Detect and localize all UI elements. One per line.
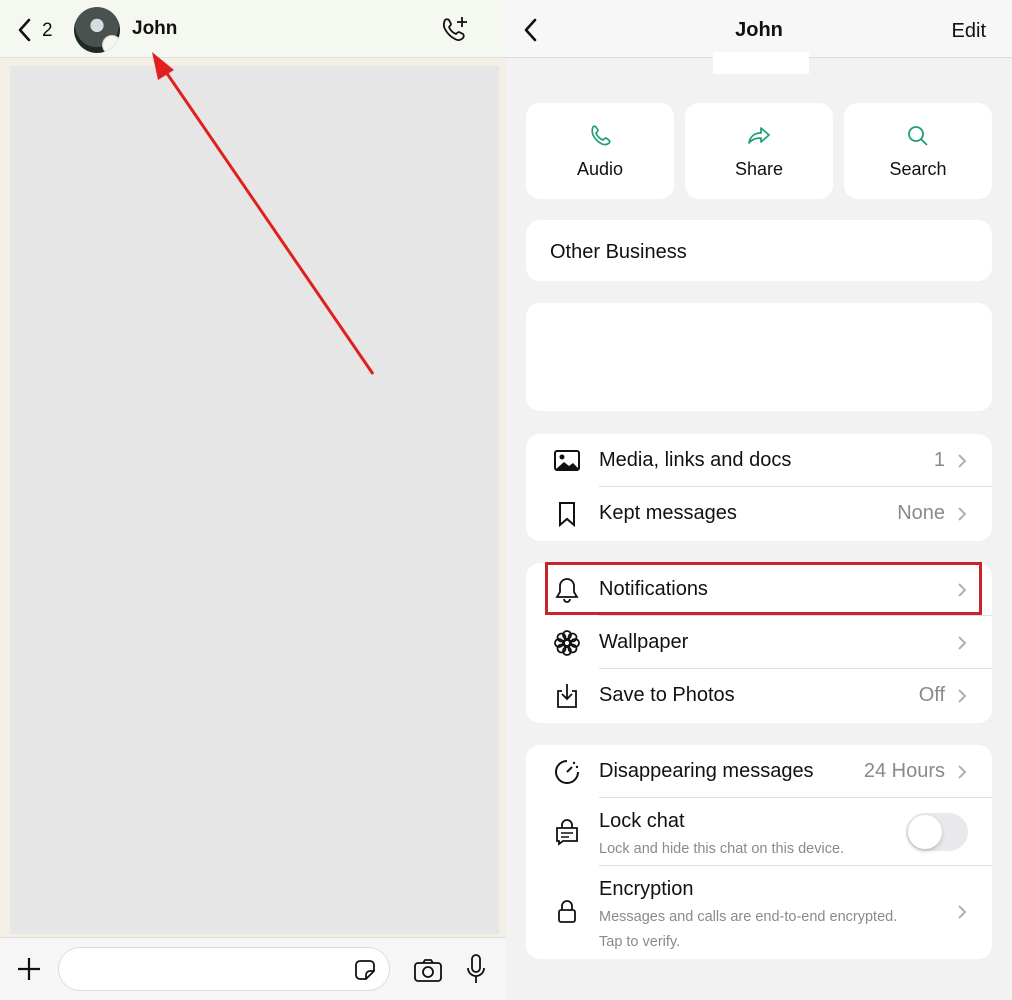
plus-icon[interactable] bbox=[16, 956, 42, 982]
timer-icon bbox=[555, 759, 579, 784]
kept-messages-row[interactable]: Kept messages None bbox=[526, 487, 992, 540]
chevron-right-icon bbox=[958, 905, 967, 919]
notifications-row[interactable]: Notifications bbox=[526, 563, 992, 616]
chat-messages-area bbox=[10, 66, 499, 934]
unread-count[interactable]: 2 bbox=[42, 20, 53, 42]
chevron-left-icon[interactable] bbox=[14, 16, 36, 44]
chevron-right-icon bbox=[958, 453, 967, 468]
media-group: Media, links and docs 1 Kept messages No… bbox=[526, 434, 992, 541]
save-to-photos-row[interactable]: Save to Photos Off bbox=[526, 669, 992, 722]
lock-chat-toggle[interactable] bbox=[906, 813, 968, 851]
redacted-area bbox=[713, 52, 809, 74]
chat-lock-icon bbox=[556, 819, 578, 846]
page-title: John bbox=[735, 19, 783, 41]
phone-icon bbox=[591, 124, 611, 146]
media-links-docs-row[interactable]: Media, links and docs 1 bbox=[526, 434, 992, 487]
search-button[interactable]: Search bbox=[844, 103, 992, 199]
business-card: Other Business bbox=[526, 220, 992, 281]
download-icon bbox=[557, 683, 577, 708]
bookmark-icon bbox=[559, 501, 575, 527]
disappearing-messages-row[interactable]: Disappearing messages 24 Hours bbox=[526, 745, 992, 798]
quick-actions: Audio Share Search bbox=[526, 103, 992, 199]
flower-icon bbox=[554, 629, 580, 656]
share-icon bbox=[748, 126, 770, 144]
bell-icon bbox=[555, 577, 579, 603]
microphone-icon[interactable] bbox=[465, 953, 487, 985]
audio-label: Audio bbox=[576, 158, 624, 179]
blank-card bbox=[526, 303, 992, 411]
disappearing-timer-icon bbox=[102, 35, 120, 53]
chevron-right-icon bbox=[958, 688, 967, 703]
chevron-right-icon bbox=[958, 506, 967, 521]
lock-icon bbox=[558, 900, 576, 923]
image-icon bbox=[554, 449, 580, 471]
chevron-right-icon bbox=[958, 582, 967, 597]
message-input[interactable] bbox=[58, 947, 390, 991]
share-label: Share bbox=[734, 158, 784, 179]
chevron-right-icon bbox=[958, 764, 967, 779]
search-icon bbox=[908, 125, 928, 146]
contact-info-screen: John Edit Audio Share Search Other Busin… bbox=[506, 0, 1012, 1000]
add-call-icon[interactable] bbox=[440, 14, 470, 44]
contact-avatar[interactable] bbox=[74, 7, 120, 53]
chevron-right-icon bbox=[958, 635, 967, 650]
sticker-icon[interactable] bbox=[354, 959, 376, 981]
search-label: Search bbox=[889, 158, 947, 179]
chat-header: 2 John bbox=[0, 0, 506, 58]
audio-button[interactable]: Audio bbox=[526, 103, 674, 199]
privacy-group: Disappearing messages 24 Hours Lock chat… bbox=[526, 745, 992, 959]
edit-button[interactable]: Edit bbox=[952, 20, 986, 43]
composer-bar bbox=[0, 937, 506, 1000]
chat-screen: 2 John bbox=[0, 0, 506, 1000]
encryption-row[interactable]: Encryption Messages and calls are end-to… bbox=[526, 866, 992, 958]
info-header: John Edit bbox=[506, 0, 1012, 58]
wallpaper-row[interactable]: Wallpaper bbox=[526, 616, 992, 669]
contact-name[interactable]: John bbox=[132, 18, 177, 40]
lock-chat-row: Lock chat Lock and hide this chat on thi… bbox=[526, 798, 992, 866]
settings-group: Notifications Wallpaper Save to Photos O… bbox=[526, 563, 992, 723]
share-button[interactable]: Share bbox=[685, 103, 833, 199]
camera-icon[interactable] bbox=[413, 957, 443, 983]
business-label: Other Business bbox=[550, 241, 687, 263]
